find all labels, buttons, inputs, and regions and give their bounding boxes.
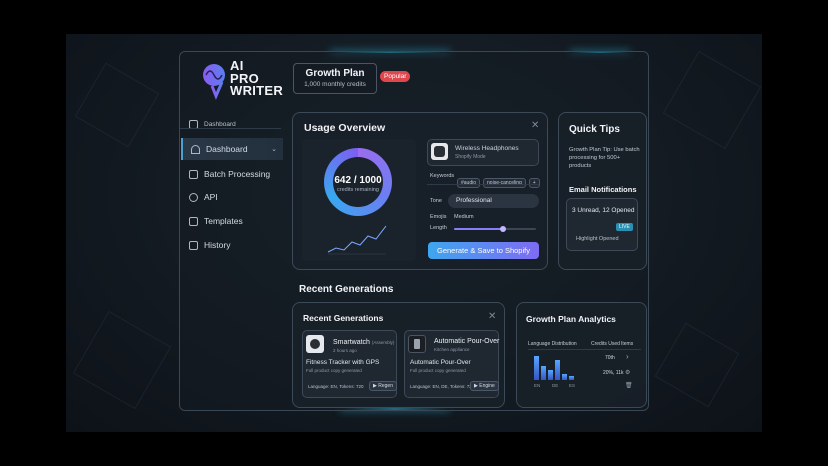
- generation-desc: Full product copy generated: [306, 368, 362, 373]
- plan-card[interactable]: Growth Plan 1,000 monthly credits: [293, 63, 377, 94]
- bar: [569, 376, 574, 380]
- recent-section-title: Recent Generations: [299, 284, 394, 295]
- highlight-opened-link[interactable]: Highlight Opened: [576, 236, 619, 242]
- plan-title: Growth Plan: [305, 68, 365, 79]
- sidebar-item-label: Dashboard: [204, 120, 236, 128]
- credits-count: 642 / 1000: [334, 175, 382, 186]
- sidebar-item-templates[interactable]: Templates: [181, 210, 281, 232]
- keywords-list: #audio noise-canceling +: [457, 171, 543, 189]
- product-subtitle: Shopify Mode: [455, 154, 486, 160]
- chevron-right-icon[interactable]: ›: [626, 352, 629, 361]
- emojis-value[interactable]: Medium: [454, 214, 474, 220]
- language-bar-chart: [530, 352, 580, 380]
- product-name: Wireless Headphones: [455, 145, 519, 152]
- usage-trend-chart: [327, 225, 387, 255]
- tone-label: Tone: [430, 198, 442, 204]
- generation-tag: (Assembly): [371, 340, 395, 345]
- email-counts: 3 Unread, 12 Opened: [572, 207, 635, 214]
- length-slider[interactable]: [454, 226, 536, 232]
- live-badge: LIVE: [616, 223, 633, 231]
- generation-meta: 2 hours ago: [333, 348, 357, 353]
- bar: [562, 374, 567, 380]
- generation-meta: Kitchen appliance: [434, 347, 470, 352]
- plan-subtitle: 1,000 monthly credits: [304, 81, 366, 88]
- keyword-chip[interactable]: #audio: [457, 178, 481, 188]
- generation-footer: Language: EN, DE, Tokens: 720: [410, 384, 475, 389]
- quick-tips-title: Quick Tips: [569, 124, 620, 135]
- generation-desc: Full product copy generated: [410, 368, 466, 373]
- bar-label: DE: [552, 383, 559, 388]
- bar: [541, 366, 546, 380]
- popular-badge: Popular: [380, 71, 411, 82]
- bar-label: EN: [534, 383, 541, 388]
- sidebar-item-batch[interactable]: Batch Processing: [181, 163, 281, 185]
- close-icon[interactable]: ✕: [488, 311, 496, 322]
- sidebar-item-api[interactable]: API: [181, 186, 281, 208]
- divider: [427, 184, 539, 185]
- bar: [534, 356, 539, 380]
- tip-text: Growth Plan Tip: Use batch processing fo…: [569, 147, 640, 169]
- recent-panel-title: Recent Generations: [303, 313, 384, 323]
- generate-save-button[interactable]: Generate & Save to Shopify: [428, 242, 539, 259]
- sidebar-divider: [180, 128, 281, 129]
- length-slider-fill: [454, 228, 504, 230]
- history-icon: [189, 240, 198, 250]
- sidebar-item-label: Dashboard: [206, 144, 248, 154]
- filter-icon[interactable]: ⚙: [625, 369, 630, 376]
- credits-row-value: 70th: [605, 355, 615, 361]
- chevron-down-icon: ⌄: [271, 146, 277, 153]
- sidebar-item-label: History: [204, 240, 231, 250]
- generation-name: Smartwatch (Assembly): [333, 339, 394, 346]
- sidebar-item-home[interactable]: Dashboard: [181, 113, 281, 135]
- trash-icon[interactable]: 🗑: [625, 382, 633, 389]
- generation-title: Fitness Tracker with GPS: [306, 359, 380, 366]
- generation-name: Automatic Pour-Over: [434, 338, 500, 345]
- generation-name-text: Smartwatch: [333, 339, 370, 346]
- headphones-icon: [431, 143, 448, 160]
- divider: [528, 349, 641, 350]
- credits-used-label: Credits Used: [591, 341, 620, 347]
- bar: [548, 370, 553, 380]
- items-label: Items: [621, 341, 634, 347]
- generation-title: Automatic Pour-Over: [410, 359, 471, 366]
- add-keyword-button[interactable]: +: [528, 178, 540, 188]
- emojis-label: Emojis: [430, 214, 447, 220]
- sidebar-item-label: API: [204, 192, 218, 202]
- generation-footer: Language: EN, Tokens: 720: [308, 384, 364, 389]
- engine-button[interactable]: ▶ Engine: [470, 381, 499, 391]
- sidebar-item-label: Batch Processing: [204, 169, 271, 179]
- network-icon: [189, 192, 198, 202]
- sidebar-item-dashboard[interactable]: Dashboard ⌄: [181, 138, 283, 160]
- brand-name: AI PRO WRITER: [230, 58, 284, 98]
- regen-button[interactable]: ▶ Regen: [369, 381, 397, 391]
- keyword-chip[interactable]: noise-canceling: [483, 178, 526, 188]
- bar-label: ES: [569, 383, 576, 388]
- sidebar-item-label: Templates: [204, 216, 243, 226]
- pulse-icon: [191, 144, 200, 154]
- tone-select[interactable]: Professional: [448, 194, 539, 208]
- close-icon[interactable]: ✕: [531, 120, 539, 131]
- sidebar-item-history[interactable]: History: [181, 234, 281, 256]
- regen-button-label: Regen: [378, 383, 393, 389]
- credits-label: credits remaining: [337, 187, 379, 193]
- email-notifications-title: Email Notifications: [569, 185, 637, 194]
- bar: [555, 360, 560, 380]
- smartwatch-icon: [306, 335, 324, 353]
- analytics-title: Growth Plan Analytics: [526, 314, 616, 324]
- layers-icon: [189, 169, 198, 179]
- length-label: Length: [430, 225, 447, 231]
- credits-row-value: 20%, 11k: [603, 370, 624, 376]
- coffee-maker-icon: [408, 335, 426, 353]
- usage-title: Usage Overview: [304, 122, 386, 134]
- template-icon: [189, 216, 198, 226]
- language-distribution-label: Language Distribution: [528, 341, 577, 347]
- keywords-label: Keywords: [430, 173, 455, 179]
- engine-button-label: Engine: [479, 383, 495, 389]
